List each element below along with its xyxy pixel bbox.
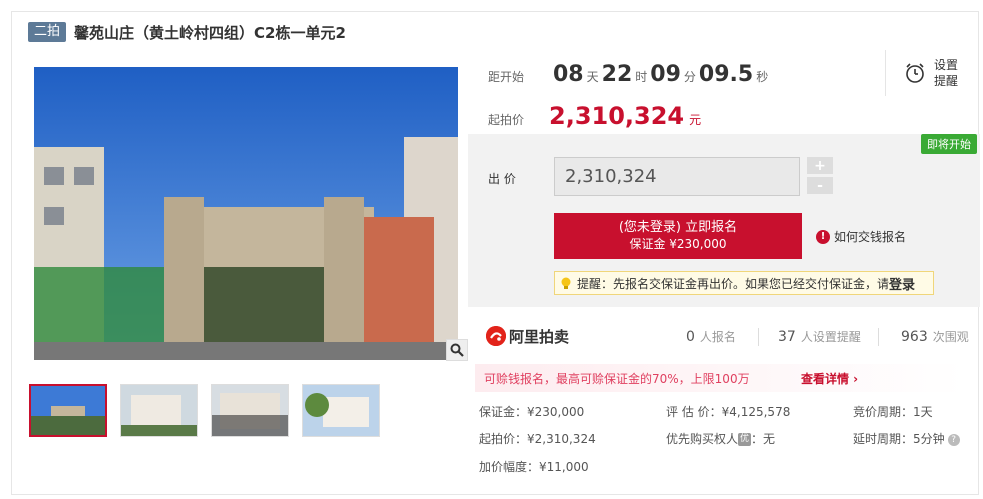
increase-bid-button[interactable]: + (807, 157, 833, 174)
start-price-row: 起拍价 2,310,324 元 (488, 102, 701, 130)
countdown-hours-unit: 时 (635, 70, 648, 84)
info-icon: ! (816, 229, 830, 244)
start-price-label: 起拍价 (488, 113, 525, 127)
zoom-button[interactable] (446, 339, 468, 361)
title-row: 二拍 馨苑山庄（黄土岭村四组）C2栋一单元2 (28, 21, 346, 43)
reminder-unit: 人设置提醒 (800, 329, 861, 344)
view-details-link[interactable]: 查看详情 › (801, 370, 858, 387)
reminder-number: 37 (778, 328, 796, 345)
thumbnail-image (212, 385, 288, 436)
view-number: 963 (901, 328, 928, 345)
ali-auction-logo: 阿里拍卖 (486, 326, 569, 347)
bid-cycle-info: 竞价周期：1天 (853, 405, 933, 419)
set-reminder-button[interactable]: 设置 提醒 (885, 50, 978, 96)
countdown: 距开始 08 天 22 时 09 分 09.5 秒 (488, 62, 768, 87)
thumbnail-4[interactable] (302, 384, 380, 437)
countdown-seconds: 09.5 (698, 62, 754, 87)
lightbulb-icon (561, 277, 571, 289)
stats-row: 阿里拍卖 0 人报名 37 人设置提醒 963 次围观 (486, 322, 971, 350)
help-icon[interactable]: ? (947, 433, 960, 446)
gate-photo-image (34, 67, 458, 360)
countdown-days-unit: 天 (586, 70, 599, 84)
main-photo[interactable] (34, 67, 458, 360)
thumbnail-1[interactable] (29, 384, 107, 437)
round-badge: 二拍 (28, 22, 67, 42)
priority-buyer-info: 优先购买权人优：无 (666, 430, 775, 447)
reminder-label: 设置 提醒 (934, 57, 960, 89)
page-title: 馨苑山庄（黄土岭村四组）C2栋一单元2 (74, 23, 346, 42)
countdown-minutes: 09 (650, 62, 681, 87)
reminder-label-line1: 设置 (934, 58, 959, 72)
ali-logo-mark (486, 326, 506, 346)
register-button[interactable]: (您未登录) 立即报名 保证金 ¥230,000 (554, 213, 802, 259)
start-price-info: 起拍价：¥2,310,324 (479, 432, 596, 446)
login-link[interactable]: 登录 (889, 274, 915, 293)
thumbnail-image (121, 385, 197, 436)
countdown-hours: 22 (601, 62, 633, 87)
thumbnail-image (31, 386, 105, 435)
thumbnail-2[interactable] (120, 384, 198, 437)
view-count: 963 次围观 (901, 328, 969, 345)
priority-value: ：无 (751, 432, 776, 446)
priority-icon[interactable]: 优 (738, 433, 752, 446)
register-button-deposit: 保证金 ¥230,000 (629, 237, 727, 251)
hint-text: 提醒：先报名交保证金再出价。如果您已经交付保证金，请 (577, 276, 890, 291)
thumbnail-3[interactable] (211, 384, 289, 437)
status-badge: 即将开始 (921, 134, 977, 154)
countdown-seconds-unit: 秒 (756, 70, 769, 84)
countdown-minutes-unit: 分 (683, 70, 696, 84)
increment-info: 加价幅度：¥11,000 (479, 460, 589, 474)
priority-label: 优先购买权人 (666, 432, 739, 446)
credit-promo-bar: 可赊钱报名，最高可赊保证金的70%，上限100万 查看详情 › (475, 364, 965, 392)
signup-unit: 人报名 (699, 329, 736, 344)
how-to-pay-link[interactable]: ! 如何交钱报名 (816, 228, 906, 245)
divider (878, 328, 879, 346)
countdown-days: 08 (553, 62, 584, 87)
signup-count: 0 人报名 (686, 328, 736, 345)
signup-number: 0 (686, 328, 695, 345)
promo-text: 可赊钱报名，最高可赊保证金的70%，上限100万 (484, 371, 750, 386)
delay-text: 延时周期：5分钟 (853, 432, 945, 446)
appraisal-info: 评 估 价：¥4,125,578 (666, 405, 791, 419)
register-button-label: (您未登录) 立即报名 (618, 220, 738, 235)
reminder-label-line2: 提醒 (934, 74, 959, 88)
delay-cycle-info: 延时周期：5分钟? (853, 430, 960, 447)
bid-label: 出 价 (488, 172, 516, 186)
how-to-pay-label: 如何交钱报名 (834, 230, 907, 244)
ali-logo-icon (486, 326, 506, 346)
start-price-unit: 元 (689, 113, 702, 127)
magnifier-icon (450, 343, 464, 357)
start-price-value: 2,310,324 (549, 102, 685, 130)
view-unit: 次围观 (932, 329, 969, 344)
alarm-clock-icon (906, 63, 924, 83)
login-hint: 提醒：先报名交保证金再出价。如果您已经交付保证金，请 登录 (554, 271, 934, 295)
ali-logo-text: 阿里拍卖 (509, 327, 570, 346)
thumbnail-strip (29, 384, 393, 437)
reminder-count: 37 人设置提醒 (778, 328, 861, 345)
thumbnail-image (303, 385, 379, 436)
bid-amount-input[interactable]: 2,310,324 (554, 157, 800, 196)
deposit-info: 保证金：¥230,000 (479, 405, 585, 419)
countdown-label: 距开始 (488, 70, 525, 84)
divider (758, 328, 759, 346)
bid-panel: 即将开始 出 价 2,310,324 + - (您未登录) 立即报名 保证金 ¥… (468, 134, 980, 307)
decrease-bid-button[interactable]: - (807, 177, 833, 194)
